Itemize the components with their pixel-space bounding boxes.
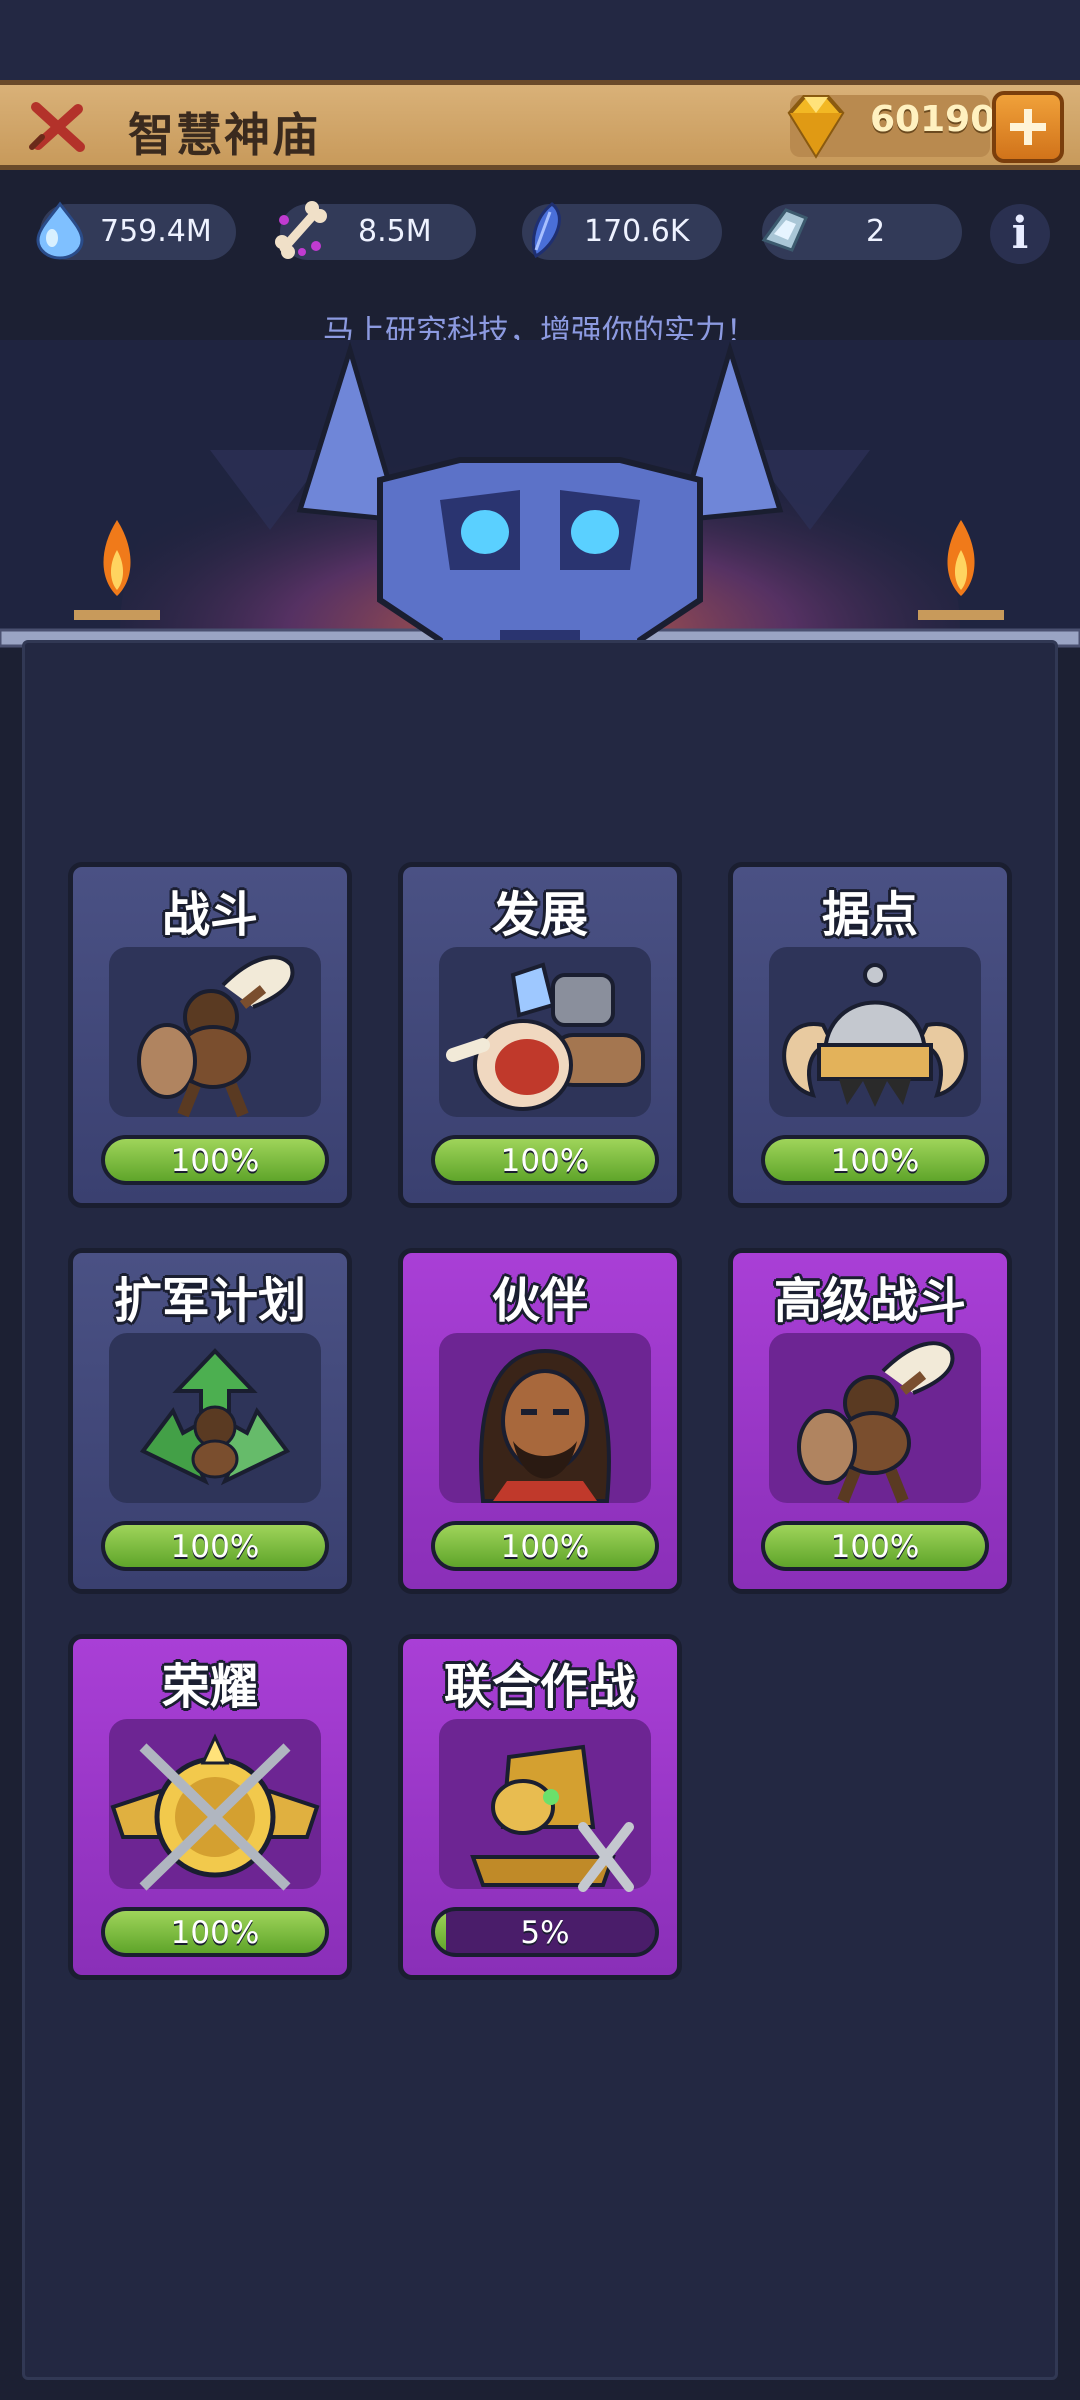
tech-card-development[interactable]: 发展 100% <box>398 862 682 1208</box>
bearded-hero-icon <box>479 1348 611 1503</box>
winged-emblem-icon <box>110 1733 320 1891</box>
card-label: 联合作战 <box>443 1659 636 1715</box>
crystal-shard-icon <box>761 208 808 252</box>
progress-text: 100% <box>500 1143 590 1179</box>
bone-icon <box>275 201 327 259</box>
progress-text: 100% <box>830 1143 920 1179</box>
progress-bar: 100% <box>761 1135 989 1185</box>
gem-count: 60190 <box>870 99 996 140</box>
card-label: 伙伴 <box>491 1273 588 1329</box>
card-label: 扩军计划 <box>113 1273 306 1329</box>
info-icon: i <box>1011 208 1029 259</box>
tech-card-partner[interactable]: 伙伴 100% <box>398 1248 682 1594</box>
add-gems-button[interactable] <box>992 91 1064 163</box>
info-button[interactable]: i <box>990 204 1050 264</box>
progress-text: 100% <box>170 1143 260 1179</box>
progress-bar: 100% <box>761 1521 989 1571</box>
progress-text: 100% <box>170 1915 260 1951</box>
progress-bar: 100% <box>101 1521 329 1571</box>
recycle-warrior-icon <box>139 1348 291 1486</box>
feather-token-icon <box>531 202 561 259</box>
progress-text: 100% <box>170 1529 260 1565</box>
horned-helmet-icon <box>782 963 968 1107</box>
club-warrior-icon <box>137 955 295 1118</box>
progress-bar: 100% <box>101 1135 329 1185</box>
club-warrior-icon <box>797 1341 955 1504</box>
progress-text: 100% <box>830 1529 920 1565</box>
diamond-icon <box>787 95 845 159</box>
resource-value: 2 <box>866 214 886 249</box>
resource-value: 170.6K <box>584 214 690 249</box>
progress-bar: 100% <box>431 1135 659 1185</box>
progress-bar: 5% <box>431 1907 659 1957</box>
card-label: 据点 <box>821 887 918 943</box>
tech-card-advanced-combat[interactable]: 高级战斗 100% <box>728 1248 1012 1594</box>
resource-value: 8.5M <box>358 214 432 249</box>
title-bar: 智慧神庙 60190 <box>0 80 1080 170</box>
page-title: 智慧神庙 <box>128 108 320 162</box>
tech-card-glory[interactable]: 荣耀 100% <box>68 1634 352 1980</box>
card-label: 发展 <box>491 887 588 943</box>
card-label: 战斗 <box>161 887 258 943</box>
progress-bar: 100% <box>101 1907 329 1957</box>
progress-text: 5% <box>520 1915 570 1951</box>
tech-card-combat[interactable]: 战斗 100% <box>68 862 352 1208</box>
card-label: 荣耀 <box>161 1659 258 1715</box>
card-label: 高级战斗 <box>773 1273 966 1329</box>
resource-value: 759.4M <box>100 214 212 249</box>
water-drop-icon <box>36 201 84 260</box>
progress-bar: 100% <box>431 1521 659 1571</box>
status-strip <box>0 0 1080 80</box>
tech-card-army-expansion[interactable]: 扩军计划 100% <box>68 1248 352 1594</box>
tech-card-joint-operation[interactable]: 联合作战 5% <box>398 1634 682 1980</box>
progress-text: 100% <box>500 1529 590 1565</box>
tech-card-stronghold[interactable]: 据点 100% <box>728 862 1012 1208</box>
golden-totem-icon <box>470 1744 634 1892</box>
resources-pile-icon <box>446 962 645 1111</box>
close-icon[interactable] <box>28 101 88 153</box>
